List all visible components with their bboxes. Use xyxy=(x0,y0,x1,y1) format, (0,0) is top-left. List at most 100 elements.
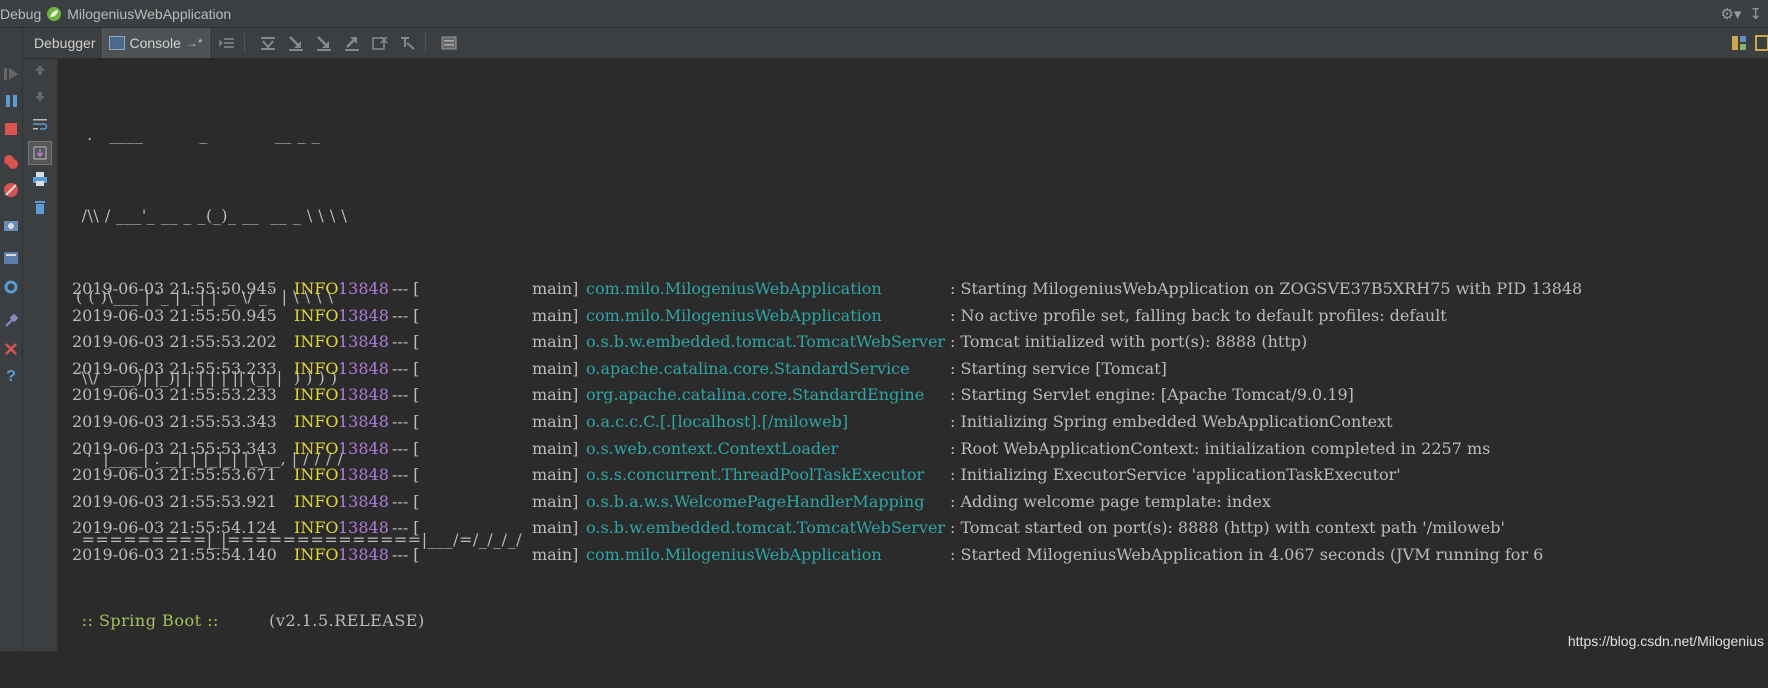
log-line: 2019-06-03 21:55:53.233 INFO 13848 --- [mai… xyxy=(72,382,1762,408)
force-step-into-icon[interactable] xyxy=(313,32,335,54)
log-message: : Tomcat initialized with port(s): 8888 … xyxy=(950,332,1308,352)
log-message: : Adding welcome page template: index xyxy=(950,491,1271,511)
stop-icon[interactable] xyxy=(2,120,20,138)
console-output[interactable]: . ____ _ __ _ _ /\\ / ___'_ __ _ _(_)_ _… xyxy=(58,59,1768,651)
log-pid: 13848 xyxy=(338,465,389,485)
spring-boot-icon xyxy=(46,6,62,22)
log-pid: 13848 xyxy=(338,518,389,538)
log-logger: org.apache.catalina.core.StandardEngine xyxy=(586,385,925,405)
spring-boot-version: (v2.1.5.RELEASE) xyxy=(269,611,425,630)
tab-console[interactable]: Console →* xyxy=(101,28,210,58)
log-message: : No active profile set, falling back to… xyxy=(950,305,1447,325)
restore-layout-side-icon[interactable] xyxy=(2,249,20,267)
mute-breakpoints-icon[interactable] xyxy=(2,181,20,199)
log-thread: main] xyxy=(532,438,579,458)
evaluate-expression-icon[interactable] xyxy=(438,32,460,54)
get-thread-dump-icon[interactable] xyxy=(2,216,20,234)
log-level: INFO xyxy=(294,412,339,431)
log-logger: com.milo.MilogeniusWebApplication xyxy=(586,545,882,564)
scroll-to-end-icon[interactable] xyxy=(28,141,52,165)
log-level: INFO xyxy=(294,545,339,564)
log-separator: --- [ xyxy=(392,438,420,458)
print-icon[interactable] xyxy=(31,170,49,188)
log-line: 2019-06-03 21:55:53.202 INFO 13848 --- [mai… xyxy=(72,329,1762,355)
log-thread: main] xyxy=(532,279,579,298)
tab-debugger[interactable]: Debugger xyxy=(28,28,102,58)
soft-wrap-icon[interactable] xyxy=(31,115,49,133)
log-thread: main] xyxy=(532,358,579,378)
log-separator: --- [ xyxy=(392,332,420,352)
log-timestamp: 2019-06-03 21:55:50.945 xyxy=(72,305,277,325)
log-separator: --- [ xyxy=(392,465,420,485)
log-thread: main] xyxy=(532,385,579,405)
drop-frame-icon[interactable] xyxy=(369,32,391,54)
log-thread: main] xyxy=(532,465,579,485)
console-actions-bar xyxy=(23,59,58,651)
close-icon[interactable] xyxy=(2,340,20,358)
down-arrow-icon[interactable] xyxy=(31,88,49,106)
log-thread: main] xyxy=(532,305,579,325)
log-message: : Root WebApplicationContext: initializa… xyxy=(950,438,1491,458)
log-timestamp: 2019-06-03 21:55:53.233 xyxy=(72,385,277,405)
log-message: : Starting service [Tomcat] xyxy=(950,358,1167,378)
up-arrow-icon[interactable] xyxy=(31,61,49,79)
log-level: INFO xyxy=(294,279,339,298)
show-execution-point-icon[interactable] xyxy=(216,32,238,54)
log-message: : Starting MilogeniusWebApplication on Z… xyxy=(950,279,1583,298)
log-thread: main] xyxy=(532,412,579,431)
gear-icon[interactable]: ⚙▾ xyxy=(1720,5,1741,23)
log-logger: o.s.web.context.ContextLoader xyxy=(586,438,839,458)
spring-boot-label: :: Spring Boot :: xyxy=(76,611,225,630)
log-thread: main] xyxy=(532,518,579,538)
log-line: 2019-06-03 21:55:53.343 INFO 13848 --- [mai… xyxy=(72,409,1762,435)
log-level: INFO xyxy=(294,385,339,405)
log-separator: --- [ xyxy=(392,518,420,538)
log-pid: 13848 xyxy=(338,305,389,325)
log-level: INFO xyxy=(294,518,339,538)
log-level: INFO xyxy=(294,305,339,325)
banner-version-line: :: Spring Boot :: (v2.1.5.RELEASE) xyxy=(76,607,522,634)
log-timestamp: 2019-06-03 21:55:54.124 xyxy=(72,518,277,538)
run-to-cursor-icon[interactable] xyxy=(397,32,419,54)
log-line: 2019-06-03 21:55:53.671 INFO 13848 --- [mai… xyxy=(72,462,1762,488)
title-bar: Debug MilogeniusWebApplication ⚙▾ ↧ xyxy=(0,0,1768,28)
log-logger: o.s.b.w.embedded.tomcat.TomcatWebServer xyxy=(586,332,946,352)
log-level: INFO xyxy=(294,332,339,352)
log-message: : Initializing ExecutorService 'applicat… xyxy=(950,465,1401,485)
banner-line: . ____ _ __ _ _ xyxy=(76,125,321,144)
log-separator: --- [ xyxy=(392,305,420,325)
log-logger: o.s.b.w.embedded.tomcat.TomcatWebServer xyxy=(586,518,946,538)
log-line: 2019-06-03 21:55:54.124 INFO 13848 --- [ mai… xyxy=(72,515,1762,541)
debug-label: Debug xyxy=(0,5,42,22)
pin-icon[interactable] xyxy=(2,312,20,330)
watermark: https://blog.csdn.net/Milogenius xyxy=(1567,633,1764,649)
log-logger: o.a.c.c.C.[.[localhost].[/miloweb] xyxy=(586,412,849,431)
help-icon[interactable]: ? xyxy=(2,368,20,386)
app-name: MilogeniusWebApplication xyxy=(67,5,232,22)
log-pid: 13848 xyxy=(338,358,389,378)
log-timestamp: 2019-06-03 21:55:53.671 xyxy=(72,465,277,485)
log-line: 2019-06-03 21:55:50.945 INFO 13848 --- [mai… xyxy=(72,276,1762,302)
log-level: INFO xyxy=(294,491,339,511)
clear-all-icon[interactable] xyxy=(31,198,49,216)
resume-icon[interactable] xyxy=(2,65,20,83)
log-pid: 13848 xyxy=(338,545,389,564)
log-thread: main] xyxy=(532,491,579,511)
log-separator: --- [ xyxy=(392,412,420,431)
debug-toolbar: Debugger Console →* xyxy=(0,28,1768,59)
log-timestamp: 2019-06-03 21:55:50.945 xyxy=(72,279,277,298)
log-pid: 13848 xyxy=(338,332,389,352)
view-breakpoints-icon[interactable] xyxy=(2,153,20,171)
log-line: 2019-06-03 21:55:53.233 INFO 13848 --- [mai… xyxy=(72,356,1762,382)
log-pid: 13848 xyxy=(338,412,389,431)
step-into-icon[interactable] xyxy=(285,32,307,54)
step-over-icon[interactable] xyxy=(257,32,279,54)
restore-layout-icon[interactable] xyxy=(1752,34,1768,57)
layout-settings-icon[interactable] xyxy=(1730,34,1748,57)
step-out-icon[interactable] xyxy=(341,32,363,54)
log-thread: main] xyxy=(532,332,579,352)
log-pid: 13848 xyxy=(338,279,389,298)
settings-icon[interactable] xyxy=(2,278,20,296)
hide-icon[interactable]: ↧ xyxy=(1749,5,1762,23)
pause-icon[interactable] xyxy=(2,92,20,110)
